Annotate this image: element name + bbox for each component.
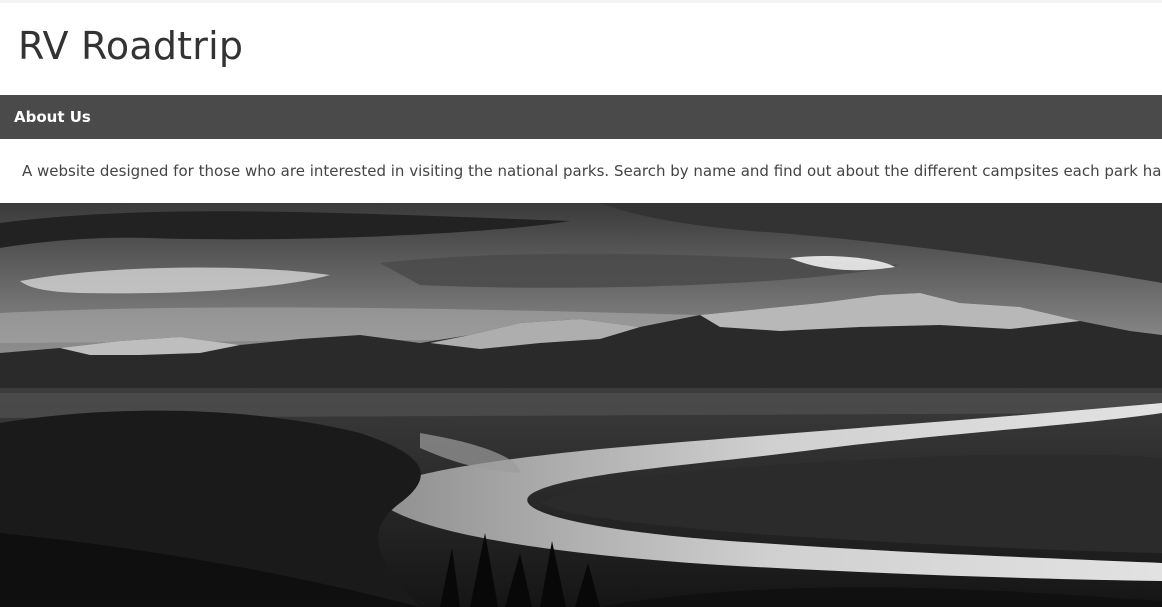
nav-bar: About Us: [0, 95, 1162, 139]
hero-image: [0, 203, 1162, 607]
top-border: [0, 0, 1162, 3]
site-title: RV Roadtrip: [18, 24, 244, 68]
nav-link-about-us[interactable]: About Us: [14, 108, 91, 126]
landscape-photo-icon: [0, 203, 1162, 607]
about-description: A website designed for those who are int…: [22, 162, 1162, 180]
